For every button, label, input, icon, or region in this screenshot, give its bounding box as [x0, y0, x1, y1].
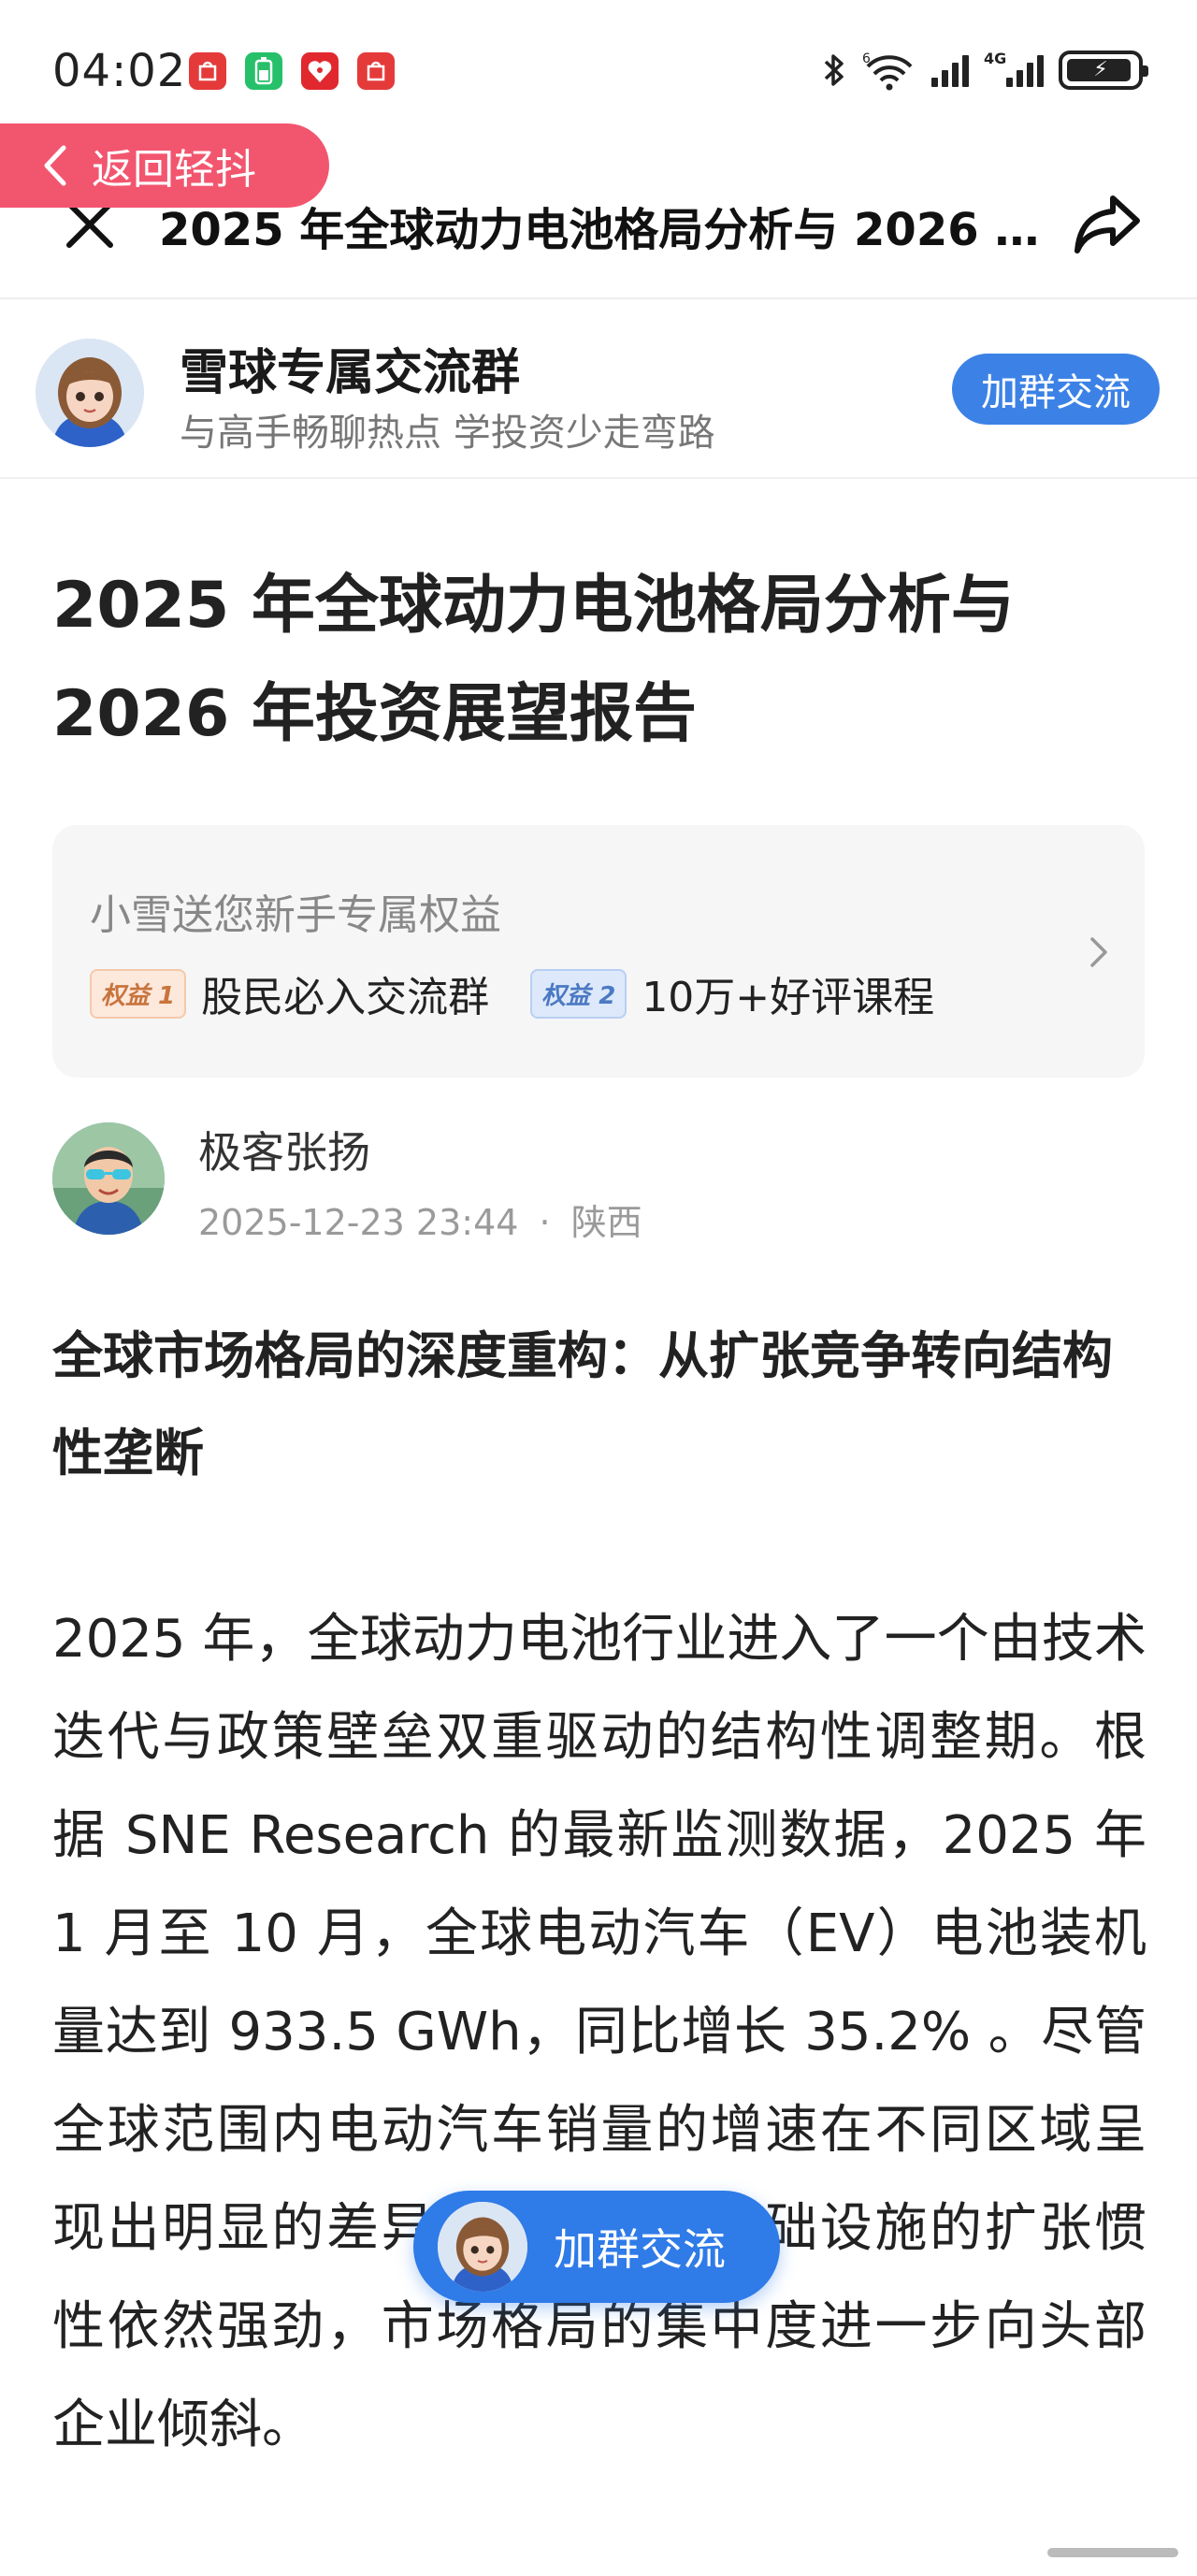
- newbie-perks-card[interactable]: 小雪送您新手专属权益 权益 1 股民必入交流群 权益 2 10万+好评课程: [52, 825, 1145, 1078]
- perk-text: 股民必入交流群: [201, 974, 490, 1021]
- back-to-app-button[interactable]: 返回轻抖: [0, 123, 329, 208]
- chevron-left-icon: [44, 145, 66, 186]
- huawei-appgallery-icon: [189, 52, 226, 90]
- article-title: 2025 年全球动力电池格局分析与 2026 年投资展望报告: [52, 569, 1015, 751]
- bluetooth-icon: [824, 54, 844, 86]
- join-group-button[interactable]: 加群交流: [952, 354, 1160, 425]
- wifi-icon: 6: [862, 51, 913, 91]
- post-datetime: 2025-12-23 23:44: [198, 1202, 519, 1243]
- assistant-avatar: [438, 2202, 527, 2292]
- perks-list: 权益 1 股民必入交流群 权益 2 10万+好评课程: [90, 963, 934, 1023]
- status-bar: 04:02 6 4G ⚡: [0, 0, 1197, 140]
- huawei-store-icon: [357, 52, 395, 90]
- author-name[interactable]: 极客张扬: [198, 1119, 370, 1180]
- status-time: 04:02: [52, 45, 187, 97]
- group-name: 雪球专属交流群: [180, 345, 521, 401]
- post-meta: 2025-12-23 23:44 · 陕西: [198, 1194, 642, 1245]
- floating-join-group-button[interactable]: 加群交流: [413, 2191, 780, 2303]
- perk-text: 10万+好评课程: [642, 974, 935, 1021]
- group-subtitle: 与高手畅聊热点 学投资少走弯路: [180, 412, 715, 455]
- signal-strength-icon: [931, 53, 969, 87]
- perk-badge: 权益 2: [530, 968, 627, 1019]
- red-app-icon: [301, 52, 339, 90]
- floating-join-label: 加群交流: [554, 2224, 726, 2275]
- group-promo-banner[interactable]: 雪球专属交流群 与高手畅聊热点 学投资少走弯路 加群交流: [0, 299, 1197, 479]
- home-indicator[interactable]: [1047, 2548, 1178, 2557]
- signal-4g-icon: 4G: [984, 50, 1044, 87]
- section-heading: 全球市场格局的深度重构：从扩张竞争转向结构性垄断: [52, 1326, 1113, 1483]
- meta-separator: ·: [539, 1202, 551, 1243]
- battery-icon: ⚡: [1059, 51, 1148, 90]
- post-location: 陕西: [570, 1202, 642, 1243]
- perk-badge: 权益 1: [90, 968, 187, 1019]
- group-avatar: [36, 339, 144, 447]
- back-to-app-label: 返回轻抖: [92, 146, 256, 194]
- chevron-right-icon: [1090, 937, 1107, 967]
- status-indicators: 6 4G ⚡: [821, 49, 1148, 92]
- battery-app-icon: [245, 52, 282, 90]
- perks-heading: 小雪送您新手专属权益: [90, 891, 501, 939]
- article-paragraph: 2025 年，全球动力电池行业进入了一个由技术迭代与政策壁垒双重驱动的结构性调整…: [52, 1609, 1147, 2455]
- share-icon[interactable]: [1072, 191, 1143, 256]
- author-avatar[interactable]: [52, 1122, 165, 1235]
